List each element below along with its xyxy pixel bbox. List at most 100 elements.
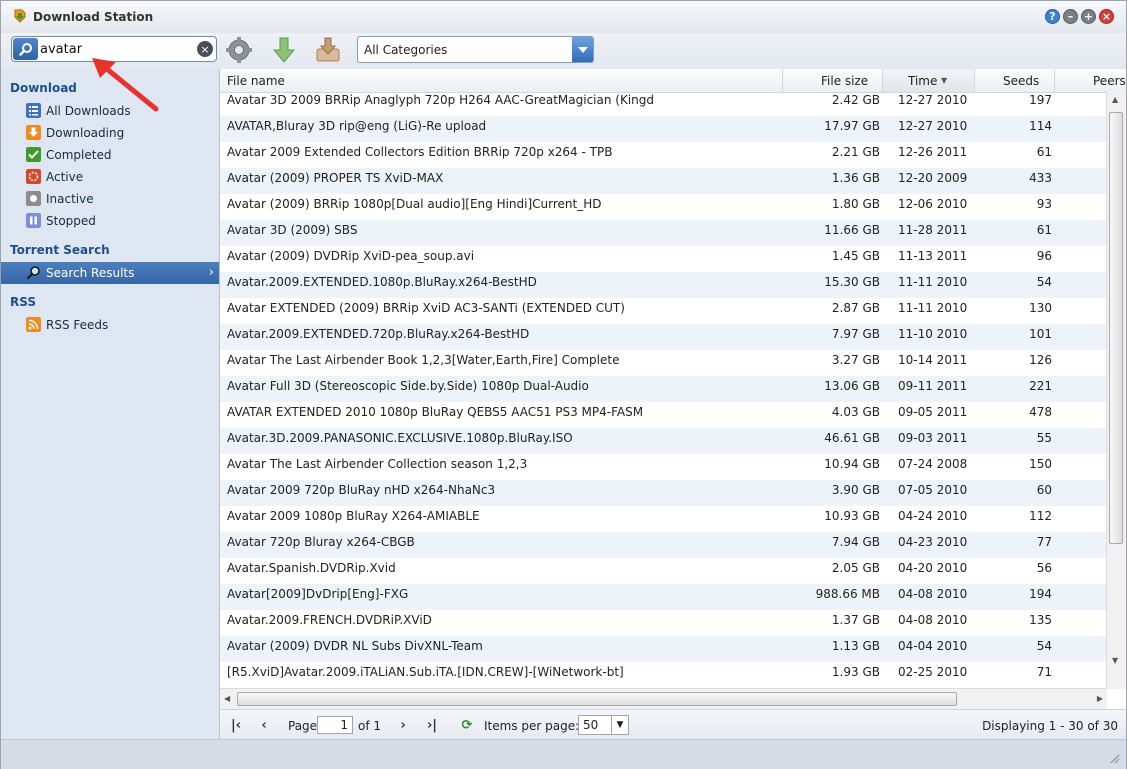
sidebar-section-rss: RSS [10, 295, 36, 309]
page-number-input[interactable]: 1 [317, 716, 353, 734]
gear-icon [226, 37, 252, 63]
sidebar-item-stopped[interactable]: Stopped [1, 210, 219, 232]
column-header-seeds[interactable]: Seeds [1003, 74, 1039, 88]
vertical-scroll-thumb[interactable] [1109, 112, 1123, 544]
vertical-scrollbar[interactable]: ▲ ▼ [1106, 92, 1126, 689]
previous-page-icon[interactable]: ‹ [255, 716, 273, 734]
cell-file-size: 1.45 GB [831, 249, 880, 263]
cell-seeds: 55 [1036, 431, 1052, 445]
cell-time: 04-08 2010 [898, 587, 968, 601]
chevron-down-icon[interactable]: ▼ [611, 716, 628, 734]
scroll-left-icon[interactable]: ◀ [224, 694, 230, 703]
cell-time: 09-03 2011 [898, 431, 968, 445]
download-to-box-icon [316, 37, 340, 62]
cell-file-name: Avatar 2009 720p BluRay nHD x264-NhaNc3 [227, 483, 496, 497]
horizontal-scrollbar[interactable]: ◀ ▶ [220, 688, 1107, 709]
page-count-label: of 1 [358, 719, 382, 733]
cell-seeds: 114 [1029, 119, 1052, 133]
column-divider[interactable] [782, 69, 783, 92]
table-row[interactable]: Avatar (2009) BRRip 1080p[Dual audio][En… [220, 194, 1106, 220]
table-row[interactable]: Avatar.Spanish.DVDRip.Xvid 2.05 GB 04-20 2… [220, 558, 1106, 584]
scroll-down-icon[interactable]: ▼ [1112, 656, 1118, 665]
sidebar-item-active[interactable]: Active [1, 166, 219, 188]
download-station-logo-icon [14, 9, 26, 23]
table-row[interactable]: Avatar Full 3D (Stereoscopic Side.by.Sid… [220, 376, 1106, 402]
cell-file-name: Avatar 3D (2009) SBS [227, 223, 358, 237]
download-station-window: Download Station ? – + × × [0, 0, 1127, 769]
next-page-icon[interactable]: › [394, 716, 412, 734]
table-row[interactable]: AVATAR,Bluray 3D rip@eng (LiG)-Re upload… [220, 116, 1106, 142]
cell-file-name: Avatar Full 3D (Stereoscopic Side.by.Sid… [227, 379, 589, 393]
download-button[interactable] [270, 36, 298, 64]
minimize-icon[interactable]: – [1063, 9, 1078, 24]
cell-time: 12-06 2010 [898, 197, 968, 211]
scroll-right-icon[interactable]: ▶ [1097, 694, 1103, 703]
close-icon[interactable]: × [1099, 9, 1114, 24]
help-icon[interactable]: ? [1045, 9, 1060, 24]
search-icon[interactable] [13, 38, 38, 60]
toolbar: × All [1, 33, 1126, 69]
table-row[interactable]: [R5.XviD]Avatar.2009.iTALiAN.Sub.iTA.[ID… [220, 662, 1106, 688]
table-row[interactable]: Avatar.2009.EXTENDED.720p.BluRay.x264-Be… [220, 324, 1106, 350]
sidebar-item-search-results[interactable]: Search Results › [1, 262, 219, 284]
sidebar-item-inactive[interactable]: Inactive [1, 188, 219, 210]
save-to-folder-button[interactable] [314, 36, 342, 64]
table-row[interactable]: Avatar (2009) DVDRip XviD-pea_soup.avi 1.… [220, 246, 1106, 272]
sidebar-item-label: Completed [46, 148, 112, 162]
column-divider[interactable] [1054, 69, 1055, 92]
table-row[interactable]: Avatar 2009 1080p BluRay X264-AMIABLE 10.… [220, 506, 1106, 532]
sidebar-item-rss-feeds[interactable]: RSS Feeds [1, 314, 219, 336]
refresh-icon[interactable]: ⟳ [458, 716, 476, 734]
chevron-down-icon[interactable] [572, 37, 593, 62]
first-page-icon[interactable]: |‹ [227, 716, 245, 734]
cell-time: 12-26 2011 [898, 145, 968, 159]
table-row[interactable]: Avatar 3D 2009 BRRip Anaglyph 720p H264 … [220, 90, 1106, 116]
resize-grip-icon[interactable] [1108, 752, 1120, 764]
cell-seeds: 197 [1029, 93, 1052, 107]
column-header-file-size[interactable]: File size [821, 74, 868, 88]
sidebar-item-label: Stopped [46, 214, 96, 228]
table-row[interactable]: Avatar 2009 720p BluRay nHD x264-NhaNc3 3… [220, 480, 1106, 506]
table-row[interactable]: Avatar (2009) DVDR NL Subs DivXNL-Team 1.… [220, 636, 1106, 662]
table-row[interactable]: Avatar 3D (2009) SBS 11.66 GB 11-28 2011 61 [220, 220, 1106, 246]
cell-time: 02-25 2010 [898, 665, 968, 679]
table-row[interactable]: Avatar.3D.2009.PANASONIC.EXCLUSIVE.1080p… [220, 428, 1106, 454]
table-row[interactable]: Avatar.2009.FRENCH.DVDRiP.XViD 1.37 GB 04-… [220, 610, 1106, 636]
maximize-icon[interactable]: + [1081, 9, 1096, 24]
cell-time: 11-10 2010 [898, 327, 968, 341]
items-per-page-value: 50 [583, 718, 599, 732]
category-select[interactable]: All Categories [357, 36, 594, 63]
cell-file-name: Avatar.2009.EXTENDED.1080p.BluRay.x264-B… [227, 275, 537, 289]
table-row[interactable]: AVATAR EXTENDED 2010 1080p BluRay QEBS5 … [220, 402, 1106, 428]
search-input[interactable] [40, 40, 190, 58]
sidebar-item-label: RSS Feeds [46, 318, 109, 332]
last-page-icon[interactable]: ›| [423, 716, 441, 734]
sidebar-item-all-downloads[interactable]: All Downloads [1, 100, 219, 122]
sidebar-item-completed[interactable]: Completed [1, 144, 219, 166]
horizontal-scroll-thumb[interactable] [237, 692, 957, 706]
column-header-time[interactable]: Time ▼ [883, 69, 974, 92]
cell-time: 04-08 2010 [898, 613, 968, 627]
table-row[interactable]: Avatar 720p Bluray x264-CBGB 7.94 GB 04-23… [220, 532, 1106, 558]
table-row[interactable]: Avatar The Last Airbender Collection sea… [220, 454, 1106, 480]
column-divider[interactable] [974, 69, 975, 92]
cell-seeds: 71 [1036, 665, 1052, 679]
cell-file-size: 1.93 GB [831, 665, 880, 679]
sidebar-item-downloading[interactable]: Downloading [1, 122, 219, 144]
items-per-page-select[interactable]: 50 ▼ [578, 715, 629, 735]
table-row[interactable]: Avatar[2009]DvDrip[Eng]-FXG 988.66 MB 04-0… [220, 584, 1106, 610]
scroll-up-icon[interactable]: ▲ [1112, 95, 1118, 104]
cell-time: 04-23 2010 [898, 535, 968, 549]
column-header-file-name[interactable]: File name [227, 74, 285, 88]
column-header-peers[interactable]: Peers [1093, 74, 1126, 88]
table-row[interactable]: Avatar.2009.EXTENDED.1080p.BluRay.x264-B… [220, 272, 1106, 298]
table-row[interactable]: Avatar EXTENDED (2009) BRRip XviD AC3-SA… [220, 298, 1106, 324]
table-row[interactable]: Avatar (2009) PROPER TS XviD-MAX 1.36 GB 1… [220, 168, 1106, 194]
cell-file-size: 1.36 GB [831, 171, 880, 185]
table-row[interactable]: Avatar 2009 Extended Collectors Edition … [220, 142, 1106, 168]
table-row[interactable]: Avatar The Last Airbender Book 1,2,3[Wat… [220, 350, 1106, 376]
cell-time: 11-11 2010 [898, 275, 968, 289]
settings-gear-button[interactable] [225, 36, 253, 64]
cell-file-name: Avatar The Last Airbender Book 1,2,3[Wat… [227, 353, 620, 367]
clear-search-icon[interactable]: × [197, 41, 213, 57]
